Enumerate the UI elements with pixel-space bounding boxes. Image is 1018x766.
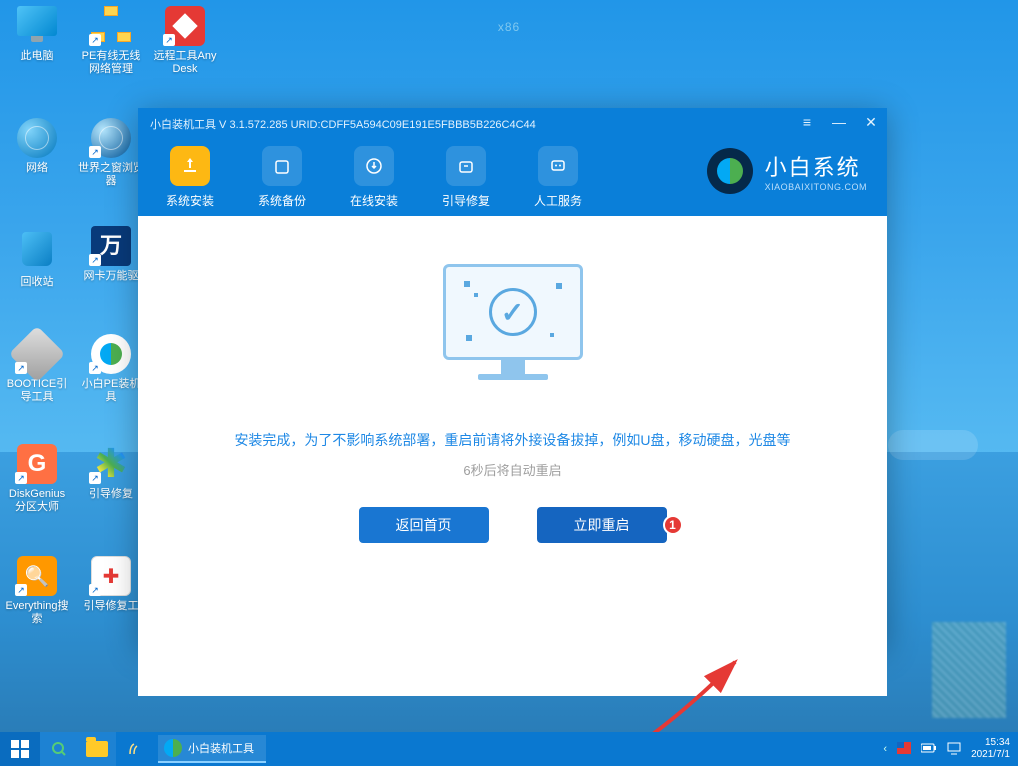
system-tray: ‹ 15:34 2021/7/1 (883, 737, 1018, 761)
qr-overlay (932, 622, 1006, 718)
annotation-badge: 1 (663, 515, 683, 535)
tab-boot-repair[interactable]: 引导修复 (424, 138, 508, 210)
tab-system-backup[interactable]: 系统备份 (240, 138, 324, 210)
taskbar-app-xiaobai[interactable]: 小白装机工具 (158, 735, 266, 763)
desktop-icon-recycle-bin[interactable]: 回收站 (4, 226, 70, 289)
brand-name: 小白系统 (765, 150, 867, 182)
desktop-icon-diskgenius[interactable]: G DiskGenius分区大师 (4, 444, 70, 514)
back-home-button[interactable]: 返回首页 (359, 507, 489, 543)
desktop-icon-anydesk[interactable]: 远程工具AnyDesk (152, 6, 218, 76)
backup-icon (262, 146, 302, 186)
success-message: 安装完成，为了不影响系统部署，重启前请将外接设备拔掉，例如U盘，移动硬盘，光盘等 (138, 430, 887, 450)
tray-battery-icon[interactable] (921, 743, 937, 756)
desktop-icon-this-pc[interactable]: 此电脑 (4, 6, 70, 63)
tab-system-install[interactable]: 系统安装 (148, 138, 232, 210)
start-button[interactable] (0, 732, 40, 766)
desktop-icon-wan-driver[interactable]: 万 网卡万能驱 (78, 226, 144, 283)
desktop-icon-boot-repair-tool[interactable]: 引导修复工 (78, 556, 144, 613)
brand: 小白系统 XIAOBAIXITONG.COM (707, 148, 867, 194)
download-icon (354, 146, 394, 186)
chat-icon (538, 146, 578, 186)
desktop-icon-world-window[interactable]: 世界之窗浏览器 (78, 118, 144, 188)
tray-clock[interactable]: 15:34 2021/7/1 (971, 737, 1010, 761)
install-icon (170, 146, 210, 186)
menu-button[interactable]: ≡ (799, 114, 815, 130)
titlebar: 小白装机工具 V 3.1.572.285 URID:CDFF5A594C09E1… (138, 108, 887, 216)
taskbar: 小白装机工具 ‹ 15:34 2021/7/1 (0, 732, 1018, 766)
desktop-icon-everything[interactable]: Everything搜索 (4, 556, 70, 626)
check-icon (489, 288, 537, 336)
tray-chevron-icon[interactable]: ‹ (883, 743, 887, 755)
desktop-icon-pe-net[interactable]: PE有线无线网络管理 (78, 6, 144, 76)
brand-url: XIAOBAIXITONG.COM (765, 182, 867, 192)
tab-support[interactable]: 人工服务 (516, 138, 600, 210)
window-title: 小白装机工具 V 3.1.572.285 URID:CDFF5A594C09E1… (150, 116, 536, 132)
tray-network-icon[interactable] (947, 741, 961, 758)
desktop-icon-boot-repair[interactable]: 引导修复 (78, 444, 144, 501)
content-area: 安装完成，为了不影响系统部署，重启前请将外接设备拔掉，例如U盘，移动硬盘，光盘等… (138, 264, 887, 696)
app-window: 小白装机工具 V 3.1.572.285 URID:CDFF5A594C09E1… (138, 108, 887, 648)
close-button[interactable]: ✕ (863, 114, 879, 130)
toolbar: 系统安装 系统备份 在线安装 引导修复 人工服务 (148, 138, 600, 210)
tab-online-install[interactable]: 在线安装 (332, 138, 416, 210)
desktop-icon-bootice[interactable]: BOOTICE引导工具 (4, 334, 70, 404)
repair-icon (446, 146, 486, 186)
tray-flag-icon[interactable] (897, 742, 911, 757)
countdown-message: 6秒后将自动重启 (138, 460, 887, 479)
brand-logo-icon (707, 148, 753, 194)
desktop-icon-network[interactable]: 网络 (4, 118, 70, 175)
restart-now-button[interactable]: 立即重启 1 (537, 507, 667, 543)
taskbar-search-icon[interactable] (40, 732, 78, 766)
app-icon (164, 739, 182, 757)
minimize-button[interactable]: — (831, 114, 847, 130)
taskbar-explorer-icon[interactable] (78, 732, 116, 766)
taskbar-wifi-icon[interactable] (116, 732, 154, 766)
desktop-icon-xiaobai-pe[interactable]: 小白PE装机具 (78, 334, 144, 404)
success-illustration (438, 264, 588, 380)
